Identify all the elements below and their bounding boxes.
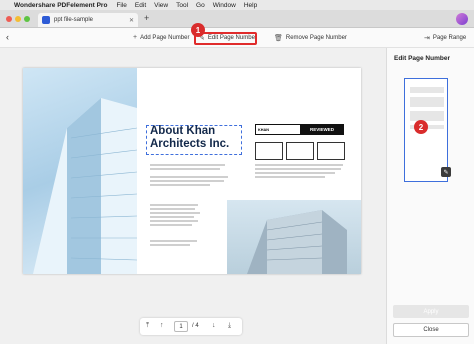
menu-file[interactable]: File (116, 2, 126, 9)
body-text-line (255, 168, 341, 170)
body-text-line (150, 224, 192, 226)
building-photo-left (23, 68, 137, 274)
page-range-label: Page Range (432, 35, 467, 41)
back-arrow-icon[interactable]: ‹ (6, 32, 9, 42)
document-title[interactable]: About Khan Architects Inc. (150, 125, 229, 151)
body-text-line (150, 212, 200, 214)
thumbnail-content (410, 87, 444, 93)
page-range-button[interactable]: ⇥ Page Range (424, 34, 466, 42)
menu-edit[interactable]: Edit (135, 2, 146, 9)
last-page-icon[interactable]: ⤓ (228, 322, 231, 330)
info-cell-3 (317, 142, 345, 160)
body-text-line (255, 164, 343, 166)
body-text-line (150, 164, 225, 166)
total-pages: / 4 (192, 323, 199, 329)
body-text-line (150, 208, 195, 210)
first-page-icon[interactable]: ⤒ (146, 322, 149, 330)
edit-page-number-panel: Edit Page Number ✎ Apply Close (386, 48, 474, 344)
user-avatar[interactable] (456, 13, 468, 25)
body-text-line (150, 204, 198, 206)
close-tab-icon[interactable]: ✕ (129, 17, 134, 24)
body-text-line (150, 180, 224, 182)
remove-page-number-button[interactable]: 🗑 Remove Page Number (274, 34, 347, 42)
zoom-window-button[interactable] (24, 16, 30, 22)
page-range-icon: ⇥ (424, 35, 430, 42)
close-window-button[interactable] (6, 16, 12, 22)
minimize-window-button[interactable] (15, 16, 21, 22)
menu-window[interactable]: Window (213, 2, 236, 9)
document-title-line1: About Khan (150, 125, 216, 137)
next-page-icon[interactable]: ↓ (212, 322, 216, 329)
reviewed-badge: REVIEWED (300, 124, 344, 135)
info-cell-1 (255, 142, 283, 160)
menu-view[interactable]: View (154, 2, 168, 9)
add-page-number-label: Add Page Number (140, 34, 190, 41)
body-text-line (150, 244, 190, 246)
document-tab-title: ppt file-sample (54, 17, 94, 23)
step-marker-1: 1 (191, 23, 205, 37)
tab-bar: ppt file-sample ✕ + (0, 10, 474, 28)
document-tab[interactable]: ppt file-sample ✕ (38, 13, 138, 27)
menu-go[interactable]: Go (196, 2, 205, 9)
plus-icon: + (133, 34, 138, 41)
body-text-line (150, 176, 228, 178)
body-text-line (150, 168, 220, 170)
menu-help[interactable]: Help (244, 2, 257, 9)
building-photo-right (227, 200, 361, 274)
body-text-line (150, 240, 197, 242)
thumbnail-content (410, 111, 444, 121)
body-text-line (150, 184, 210, 186)
previous-page-icon[interactable]: ↑ (160, 322, 164, 329)
app-name-menu[interactable]: Wondershare PDFelement Pro (14, 2, 107, 9)
thumbnail-content (410, 97, 444, 107)
panel-title: Edit Page Number (394, 55, 450, 62)
menu-bar: Wondershare PDFelement Pro File Edit Vie… (0, 0, 474, 10)
page-navigator: ⤒ ↑ 1 / 4 ↓ ⤓ (140, 318, 242, 335)
close-button[interactable]: Close (393, 323, 469, 337)
step-marker-2: 2 (414, 120, 428, 134)
add-page-number-button[interactable]: + Add Page Number (133, 34, 189, 41)
pdfelement-logo-icon (42, 16, 50, 24)
document-title-line2: Architects Inc. (150, 138, 230, 150)
body-text-line (150, 216, 194, 218)
page-number-edit-icon[interactable]: ✎ (441, 167, 451, 177)
body-text-line (255, 172, 335, 174)
apply-button[interactable]: Apply (393, 305, 469, 318)
menu-tool[interactable]: Tool (176, 2, 188, 9)
body-text-line (150, 220, 198, 222)
remove-page-number-label: Remove Page Number (285, 35, 347, 41)
info-cell-2 (286, 142, 314, 160)
current-page-field[interactable]: 1 (174, 321, 188, 332)
body-text-line (255, 176, 325, 178)
new-tab-button[interactable]: + (144, 13, 149, 23)
trash-icon: 🗑 (274, 35, 283, 42)
document-page (23, 68, 361, 274)
